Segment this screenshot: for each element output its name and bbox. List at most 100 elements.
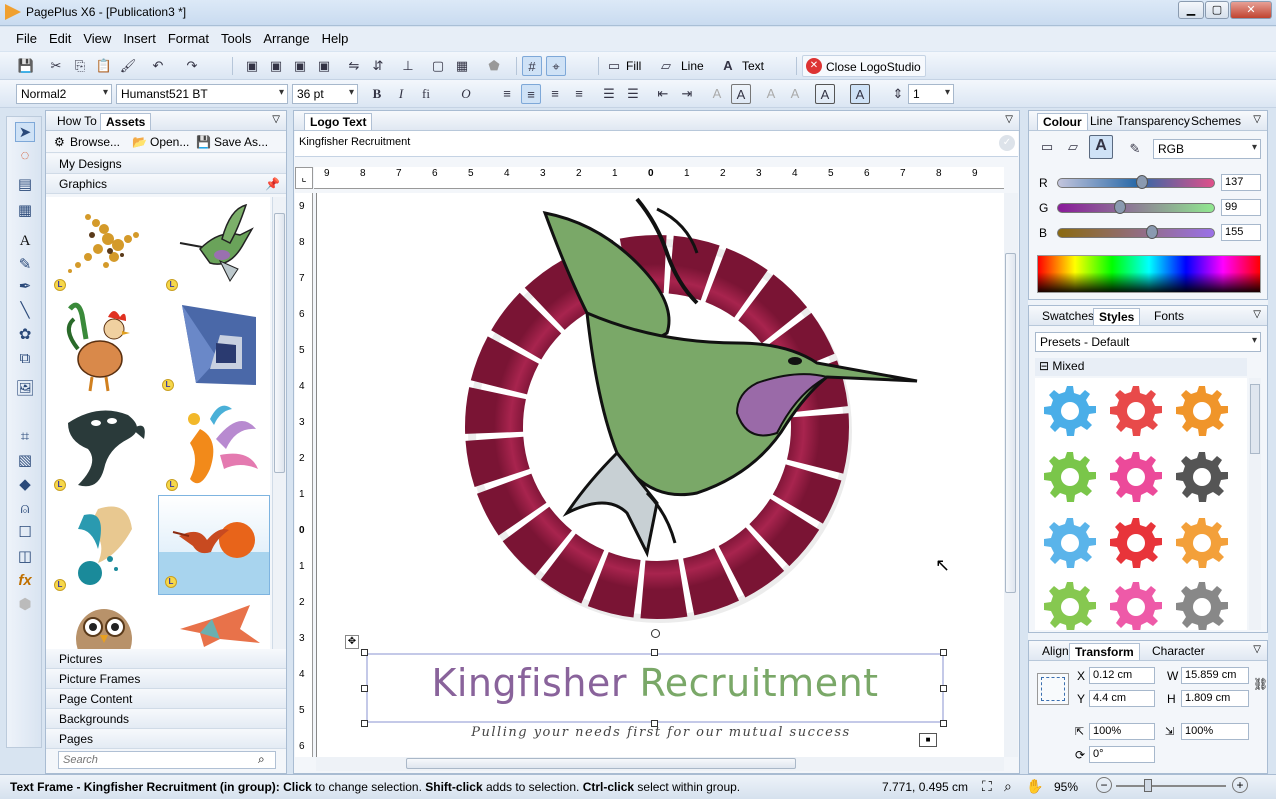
send-back-icon[interactable]: ▣: [314, 56, 334, 76]
tab-swatches[interactable]: Swatches: [1037, 308, 1099, 324]
panel-menu-icon[interactable]: ▽: [272, 114, 280, 125]
menu-insert[interactable]: Insert: [117, 27, 162, 46]
undo-icon[interactable]: ↶: [148, 56, 168, 76]
scale-y-input[interactable]: 100%: [1181, 723, 1249, 740]
r-slider-thumb[interactable]: [1136, 175, 1148, 189]
gallery-item-hummingbird[interactable]: L: [160, 199, 270, 297]
link-aspect-icon[interactable]: ⛓: [1253, 677, 1268, 691]
close-button[interactable]: ✕: [1230, 1, 1272, 19]
bold-icon[interactable]: B: [367, 84, 387, 104]
pencil-tool-icon[interactable]: ✎: [15, 255, 35, 275]
category-backgrounds[interactable]: Backgrounds: [46, 709, 286, 729]
gallery-item-colour-splash[interactable]: L: [160, 399, 270, 497]
fx-icon[interactable]: fx: [15, 571, 35, 591]
mixed-group[interactable]: ⊟ Mixed: [1035, 358, 1247, 376]
border-tool-icon[interactable]: ☐: [15, 523, 35, 543]
gallery-item-dotted-bird[interactable]: L: [48, 199, 158, 297]
gear-styles-grid[interactable]: [1035, 378, 1247, 630]
b-slider-thumb[interactable]: [1146, 225, 1158, 239]
b-slider[interactable]: [1057, 228, 1215, 238]
resize-handle[interactable]: [361, 685, 368, 692]
align-icon[interactable]: ⊥: [398, 56, 418, 76]
save-icon[interactable]: 💾: [16, 56, 36, 76]
zoom-fit-icon[interactable]: ⛶: [982, 778, 992, 795]
rotation-input[interactable]: 0°: [1089, 746, 1155, 763]
presets-select[interactable]: Presets - Default: [1035, 332, 1261, 352]
r-value[interactable]: 137: [1221, 174, 1261, 191]
text-fit-icon[interactable]: A: [731, 84, 751, 104]
horizontal-scrollbar[interactable]: [316, 757, 1004, 771]
gallery-scrollbar[interactable]: [272, 197, 286, 649]
tab-styles[interactable]: Styles: [1093, 308, 1141, 325]
text-highlight-icon[interactable]: A: [850, 84, 870, 104]
shrink-text-icon[interactable]: A: [761, 84, 781, 104]
font-combo[interactable]: Humanst521 BT: [116, 84, 288, 104]
category-graphics[interactable]: Graphics 📌: [46, 174, 286, 194]
close-logostudio-button[interactable]: ✕ Close LogoStudio: [802, 55, 926, 77]
fill-swatch-icon[interactable]: ▭: [1037, 137, 1057, 157]
flip-vertical-icon[interactable]: ⇵: [368, 56, 388, 76]
bring-front-icon[interactable]: ▣: [242, 56, 262, 76]
category-pictures[interactable]: Pictures: [46, 649, 286, 669]
fill-tool-icon[interactable]: ◆: [15, 475, 35, 495]
straight-line-icon[interactable]: ╲: [15, 301, 35, 321]
frame-options-icon[interactable]: ■: [919, 733, 937, 747]
zoom-slider-thumb[interactable]: [1144, 779, 1152, 792]
kingfisher-text-frame[interactable]: Kingfisher Recruitment: [366, 653, 944, 723]
category-my-designs[interactable]: My Designs: [46, 154, 286, 174]
g-slider-thumb[interactable]: [1114, 200, 1126, 214]
menu-file[interactable]: File: [0, 27, 43, 46]
rotate-handle[interactable]: [651, 629, 660, 638]
text-label[interactable]: Text: [742, 59, 764, 73]
b-value[interactable]: 155: [1221, 224, 1261, 241]
transparency-tool-icon[interactable]: ⍝: [15, 499, 35, 519]
crop-tool-icon[interactable]: ⌗: [15, 427, 35, 447]
align-left-icon[interactable]: ≡: [497, 84, 517, 104]
redo-icon[interactable]: ↷: [182, 56, 202, 76]
minimize-button[interactable]: ▁: [1178, 1, 1204, 19]
connector-tool-icon[interactable]: ⧉: [15, 349, 35, 369]
superscript-icon[interactable]: A: [707, 84, 727, 104]
search-icon[interactable]: ⌕: [258, 752, 265, 767]
opentype-icon[interactable]: O: [456, 84, 476, 104]
group-icon[interactable]: ▢: [428, 56, 448, 76]
pan-tool-icon[interactable]: ✋: [1026, 778, 1043, 795]
styles-scroll-thumb[interactable]: [1250, 384, 1260, 454]
tab-schemes[interactable]: Schemes: [1186, 113, 1246, 129]
resize-handle[interactable]: [651, 649, 658, 656]
eyedropper-icon[interactable]: ✎: [1125, 139, 1145, 159]
tab-character[interactable]: Character: [1147, 643, 1210, 659]
shape-icon[interactable]: ⬟: [484, 56, 504, 76]
tab-colour[interactable]: Colour: [1037, 113, 1088, 130]
category-picture-frames[interactable]: Picture Frames: [46, 669, 286, 689]
logo-text-input[interactable]: Kingfisher Recruitment: [295, 131, 1018, 157]
text-frame-tool-icon[interactable]: ▤: [15, 175, 35, 195]
gallery-item-bird-sunset[interactable]: L: [158, 495, 270, 595]
text-frame-icon[interactable]: A: [815, 84, 835, 104]
shadow-tool-icon[interactable]: ◫: [15, 547, 35, 567]
menu-help[interactable]: Help: [316, 27, 355, 46]
paste-icon[interactable]: 📋: [94, 56, 114, 76]
lasso-tool-icon[interactable]: ◌: [15, 146, 35, 166]
gallery-item-rooster[interactable]: L: [48, 299, 174, 397]
colour-model-select[interactable]: RGB: [1153, 139, 1261, 159]
tab-assets[interactable]: Assets: [100, 113, 152, 130]
forward-one-icon[interactable]: ▣: [266, 56, 286, 76]
tab-how-to[interactable]: How To: [52, 113, 102, 129]
tab-transform[interactable]: Transform: [1069, 643, 1140, 660]
3d-tool-icon[interactable]: ⬢: [15, 595, 35, 615]
align-right-icon[interactable]: ≡: [545, 84, 565, 104]
scale-x-input[interactable]: 100%: [1089, 723, 1155, 740]
snap-icon[interactable]: ⌖: [546, 56, 566, 76]
text-swatch-icon[interactable]: A: [1089, 135, 1113, 159]
logo-text-tab[interactable]: Logo Text: [304, 113, 373, 130]
line-label[interactable]: Line: [681, 59, 704, 73]
panel-menu-icon[interactable]: ▽: [1253, 309, 1261, 320]
align-center-icon[interactable]: ≡: [521, 84, 541, 104]
zoom-level[interactable]: 95%: [1054, 780, 1078, 794]
style-combo[interactable]: Normal2: [16, 84, 112, 104]
fill-label[interactable]: Fill: [626, 59, 641, 73]
gallery-item-blue-frame[interactable]: [160, 299, 270, 397]
y-input[interactable]: 4.4 cm: [1089, 690, 1155, 707]
clear-text-icon[interactable]: ✓: [999, 135, 1015, 151]
